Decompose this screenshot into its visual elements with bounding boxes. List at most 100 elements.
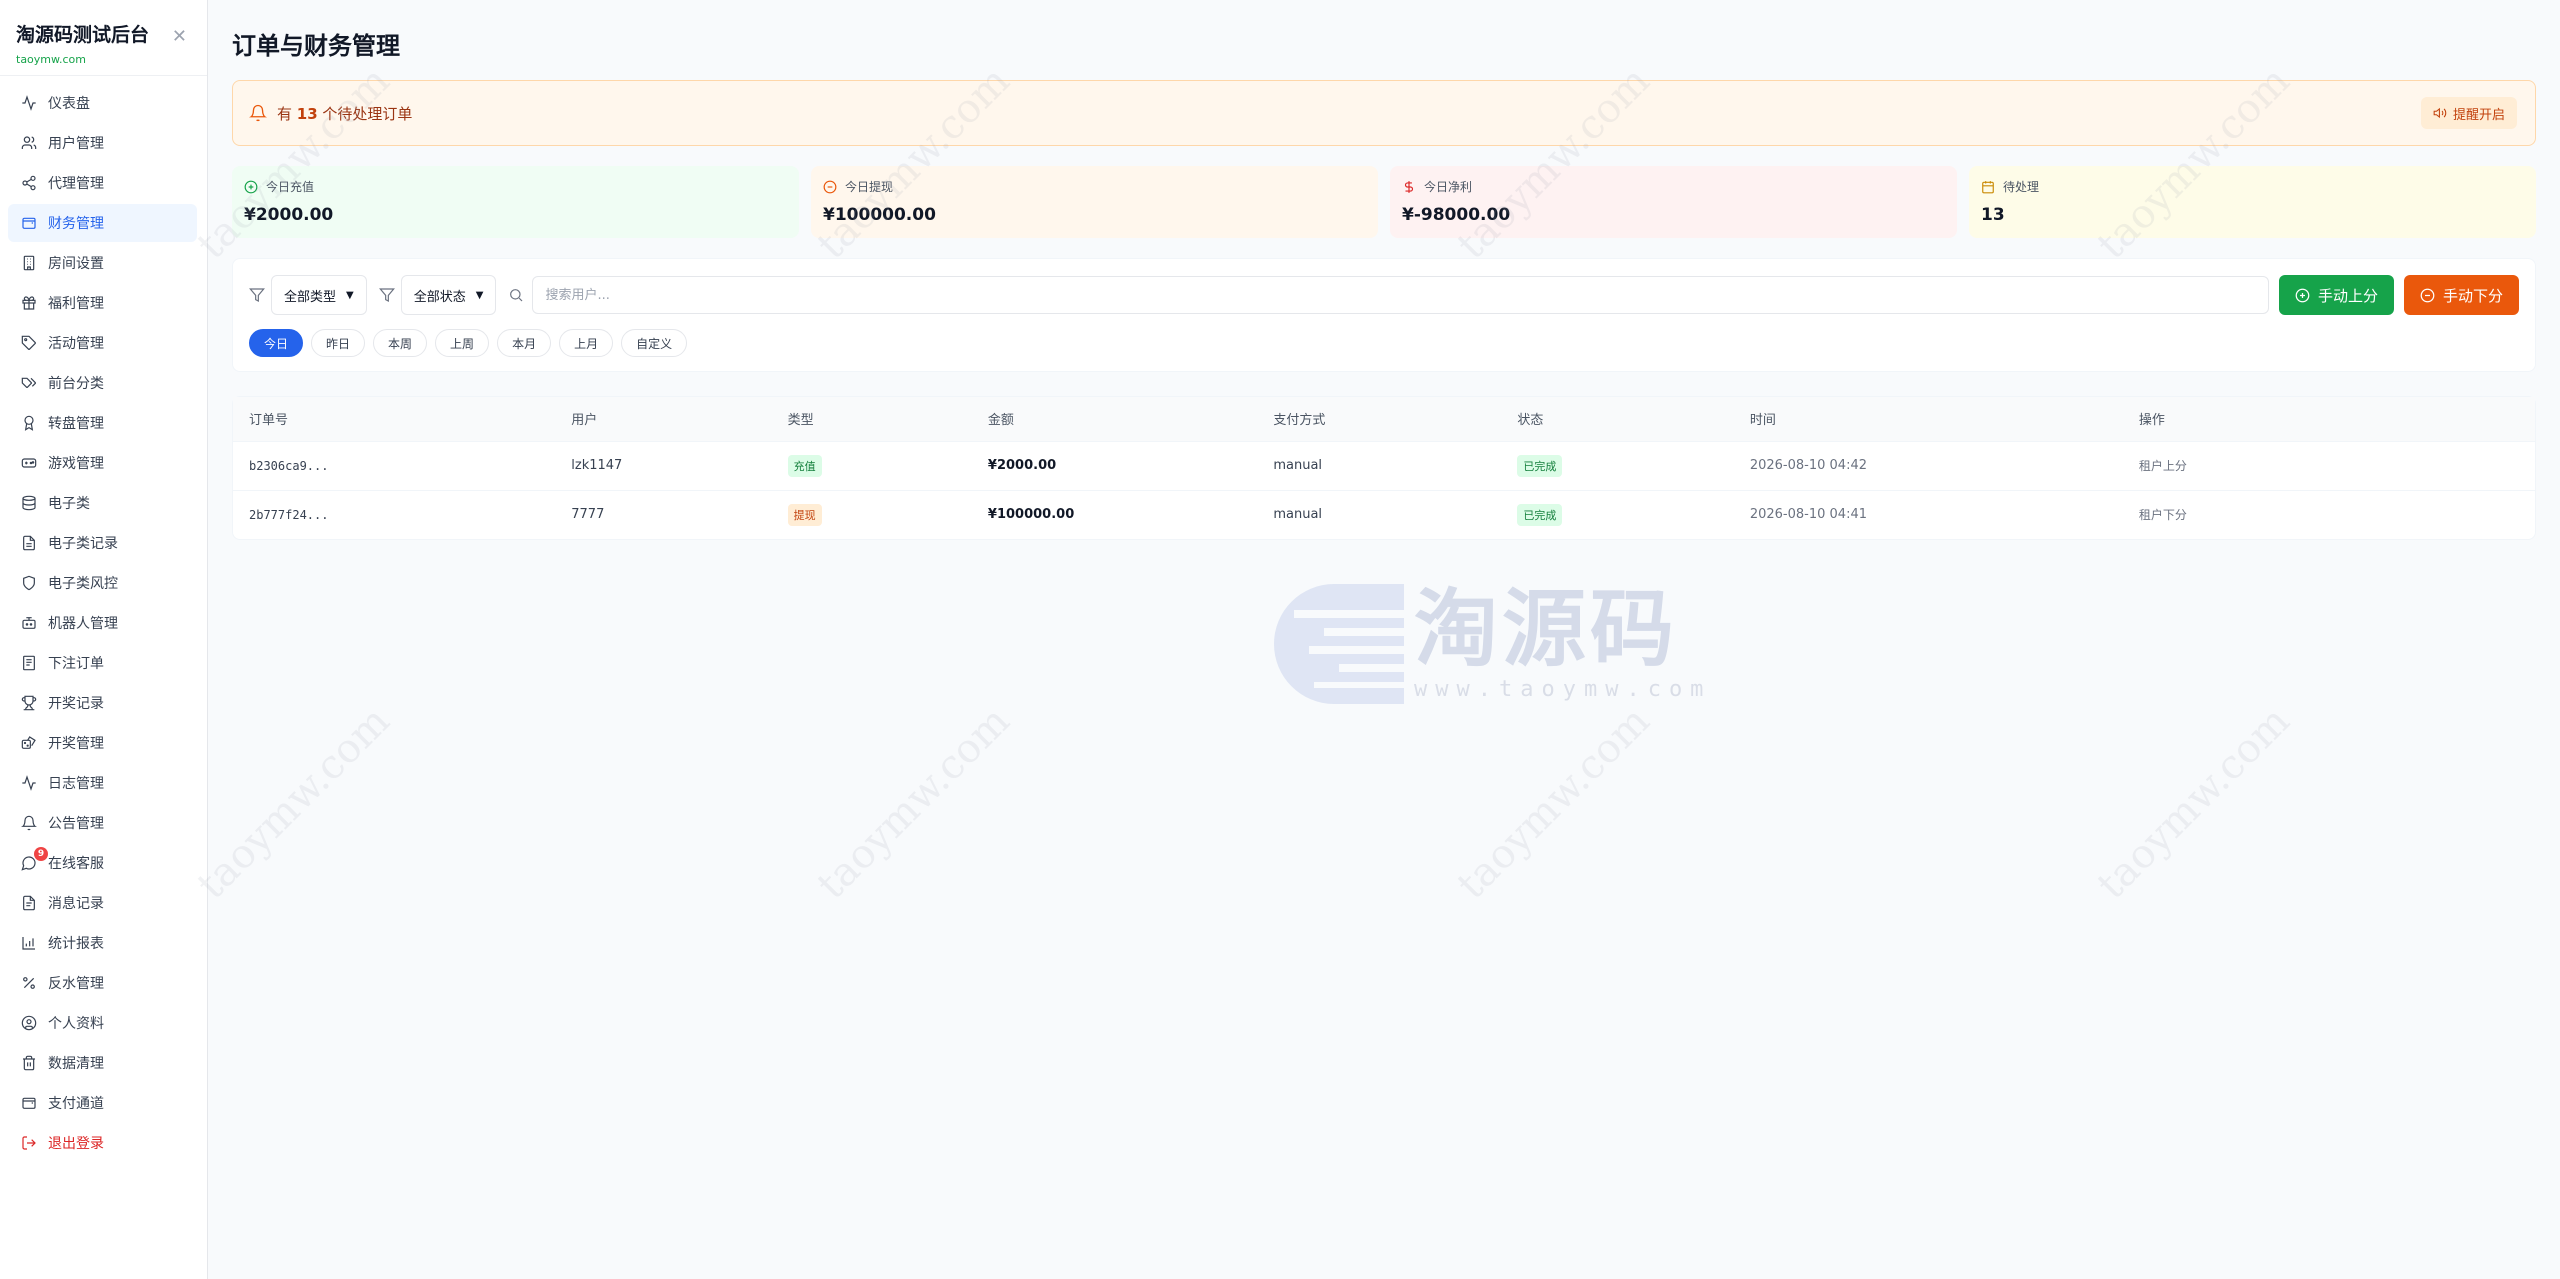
- date-chip[interactable]: 昨日: [311, 329, 366, 357]
- order-time: 2026-08-10 04:42: [1733, 440, 2123, 490]
- sidebar-item[interactable]: 活动管理: [8, 324, 197, 362]
- user-circle-icon: [20, 1014, 38, 1032]
- sidebar-item[interactable]: 转盘管理: [8, 404, 197, 442]
- alert-text: 有 13 个待处理订单: [277, 104, 413, 123]
- sidebar-item-label: 财务管理: [48, 216, 104, 232]
- brand: 淘源码测试后台 taoymw.com ✕: [0, 0, 207, 76]
- reminder-toggle-label: 提醒开启: [2452, 107, 2505, 123]
- sidebar-item[interactable]: 下注订单: [8, 644, 197, 682]
- search-input[interactable]: [532, 276, 2269, 314]
- watermark-diagonal: taoymw.com: [1448, 697, 1659, 909]
- order-type: 提现: [771, 489, 972, 539]
- sidebar-item[interactable]: 房间设置: [8, 244, 197, 282]
- stat-card: 待处理 13: [1969, 166, 2536, 238]
- sidebar-item-label: 电子类: [48, 496, 90, 512]
- bell-icon: [249, 104, 267, 122]
- column-header: 支付方式: [1257, 397, 1502, 441]
- sidebar-item[interactable]: 游戏管理: [8, 444, 197, 482]
- sidebar-item-label: 转盘管理: [48, 416, 104, 432]
- sidebar-item[interactable]: 统计报表: [8, 924, 197, 962]
- date-chip[interactable]: 自定义: [621, 329, 688, 357]
- sidebar-item[interactable]: 开奖管理: [8, 724, 197, 762]
- activity-icon: [20, 94, 38, 112]
- column-header: 操作: [2122, 397, 2535, 441]
- sidebar-item[interactable]: 反水管理: [8, 964, 197, 1002]
- sidebar-item-label: 消息记录: [48, 896, 104, 912]
- chevron-down-icon: ▼: [346, 289, 354, 301]
- date-chip[interactable]: 上周: [435, 329, 490, 357]
- search-icon: [508, 287, 524, 303]
- sidebar-item-label: 仪表盘: [48, 96, 90, 112]
- status-badge: 已完成: [1517, 503, 1563, 526]
- sidebar-item[interactable]: 福利管理: [8, 284, 197, 322]
- type-select[interactable]: 全部类型 ▼: [271, 275, 367, 315]
- stat-value: ¥2000.00: [244, 205, 334, 225]
- unread-badge: 9: [34, 847, 48, 861]
- column-header: 订单号: [233, 397, 556, 441]
- trophy-icon: [20, 694, 38, 712]
- date-chip[interactable]: 本月: [497, 329, 552, 357]
- order-action[interactable]: 租户下分: [2122, 489, 2535, 539]
- sidebar-item-label: 用户管理: [48, 136, 104, 152]
- sidebar-item[interactable]: 日志管理: [8, 764, 197, 802]
- share-icon: [20, 174, 38, 192]
- sidebar-item-label: 游戏管理: [48, 456, 104, 472]
- manual-add-button[interactable]: 手动上分: [2278, 275, 2394, 315]
- users-icon: [20, 134, 38, 152]
- date-chip[interactable]: 今日: [249, 329, 304, 357]
- pending-count: 13: [296, 104, 318, 123]
- reminder-toggle-button[interactable]: 提醒开启: [2420, 97, 2517, 129]
- sidebar-item[interactable]: 数据清理: [8, 1044, 197, 1082]
- order-time: 2026-08-10 04:41: [1733, 489, 2123, 539]
- sidebar-item[interactable]: 仪表盘: [8, 84, 197, 122]
- sidebar-item[interactable]: 电子类: [8, 484, 197, 522]
- card-icon: [20, 1094, 38, 1112]
- brand-subtitle: taoymw.com: [16, 53, 86, 66]
- sidebar-item[interactable]: 退出登录: [8, 1124, 197, 1162]
- watermark-logo-icon: [1274, 584, 1424, 704]
- manual-subtract-button[interactable]: 手动下分: [2403, 275, 2519, 315]
- sidebar-item-label: 房间设置: [48, 256, 104, 272]
- sidebar-item[interactable]: 个人资料: [8, 1004, 197, 1042]
- sidebar-item[interactable]: 电子类记录: [8, 524, 197, 562]
- column-header: 金额: [971, 397, 1258, 441]
- filter-icon: [249, 287, 265, 303]
- column-header: 用户: [555, 397, 772, 441]
- sidebar-item[interactable]: 开奖记录: [8, 684, 197, 722]
- watermark-diagonal: taoymw.com: [2088, 697, 2299, 909]
- orders-table: 订单号 用户 类型 金额 支付方式 状态 时间 操作 b2306ca9... lzk1147 充值…: [232, 396, 2536, 540]
- sidebar-item[interactable]: 公告管理: [8, 804, 197, 842]
- order-action[interactable]: 租户上分: [2122, 440, 2535, 490]
- sidebar-item[interactable]: 代理管理: [8, 164, 197, 202]
- shield-icon: [20, 574, 38, 592]
- date-chip[interactable]: 本周: [373, 329, 428, 357]
- sidebar-item-label: 公告管理: [48, 816, 104, 832]
- page-title: 订单与财务管理: [232, 32, 400, 60]
- message-file-icon: [20, 894, 38, 912]
- close-icon[interactable]: ✕: [172, 26, 187, 47]
- stats-row: 今日充值 ¥2000.00 今日提现 ¥100000.00 今日净利 ¥-98000.00…: [232, 166, 2536, 238]
- date-chip[interactable]: 上月: [559, 329, 614, 357]
- sidebar-item-label: 电子类风控: [48, 576, 118, 592]
- sidebar-item[interactable]: 用户管理: [8, 124, 197, 162]
- logout-icon: [20, 1134, 38, 1152]
- column-header: 时间: [1733, 397, 2123, 441]
- dollar-icon: [1402, 180, 1416, 194]
- sidebar-item[interactable]: 支付通道: [8, 1084, 197, 1122]
- database-icon: [20, 494, 38, 512]
- sidebar-item-label: 开奖管理: [48, 736, 104, 752]
- sidebar-item[interactable]: 机器人管理: [8, 604, 197, 642]
- tags-icon: [20, 374, 38, 392]
- sidebar-item-label: 电子类记录: [48, 536, 118, 552]
- award-icon: [20, 414, 38, 432]
- sidebar-item[interactable]: 消息记录: [8, 884, 197, 922]
- sidebar-item[interactable]: 电子类风控: [8, 564, 197, 602]
- table-row[interactable]: 2b777f24... 7777 提现 ¥100000.00 manual 已完成 2026…: [233, 489, 2535, 539]
- status-select[interactable]: 全部状态 ▼: [400, 275, 497, 315]
- sidebar-item[interactable]: 财务管理: [8, 204, 197, 242]
- table-row[interactable]: b2306ca9... lzk1147 充值 ¥2000.00 manual 已完成 202…: [233, 440, 2535, 490]
- file-icon: [20, 534, 38, 552]
- sidebar-item[interactable]: 9 在线客服: [8, 844, 197, 882]
- sidebar-item-label: 数据清理: [48, 1056, 104, 1072]
- sidebar-item[interactable]: 前台分类: [8, 364, 197, 402]
